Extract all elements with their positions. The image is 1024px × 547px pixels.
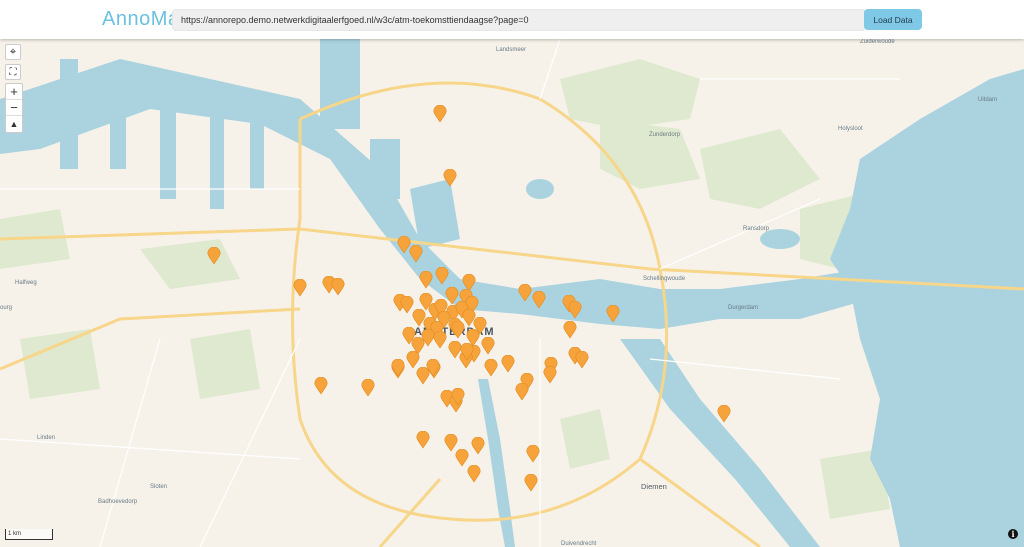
label-linden: Linden xyxy=(37,435,56,441)
url-input[interactable] xyxy=(172,9,866,31)
label-zuiderwoude: Zuiderwoude xyxy=(860,39,895,45)
map-marker[interactable] xyxy=(563,321,577,339)
map-marker[interactable] xyxy=(314,377,328,395)
load-data-button[interactable]: Load Data xyxy=(864,9,922,30)
map-marker[interactable] xyxy=(717,405,731,423)
map-marker[interactable] xyxy=(543,366,557,384)
map-basemap xyxy=(0,39,1024,547)
map-marker[interactable] xyxy=(207,247,221,265)
map-marker[interactable] xyxy=(293,279,307,297)
label-landsmeer: Landsmeer xyxy=(496,47,527,53)
map-marker[interactable] xyxy=(568,301,582,319)
map-marker[interactable] xyxy=(433,105,447,123)
map-marker[interactable] xyxy=(435,267,449,285)
label-sloten: Sloten xyxy=(150,484,168,490)
map-marker[interactable] xyxy=(433,331,447,349)
map-marker[interactable] xyxy=(361,379,375,397)
fullscreen-button[interactable]: ⛶ xyxy=(5,64,21,80)
map-marker[interactable] xyxy=(419,271,433,289)
crosshair-icon: ⌖ xyxy=(9,45,17,58)
compass-button[interactable]: ▲ xyxy=(6,116,22,132)
label-diemen: Diemen xyxy=(641,482,667,491)
fullscreen-icon: ⛶ xyxy=(9,66,17,78)
label-badhoevedorp: Badhoevedorp xyxy=(98,499,138,505)
map-marker[interactable] xyxy=(451,321,465,339)
map-marker[interactable] xyxy=(524,474,538,492)
map-marker[interactable] xyxy=(331,278,345,296)
map-marker[interactable] xyxy=(526,445,540,463)
label-ransdorp: Ransdorp xyxy=(743,226,770,232)
map-marker[interactable] xyxy=(391,359,405,377)
zoom-controls: + − ▲ xyxy=(5,83,23,133)
map-marker[interactable] xyxy=(606,305,620,323)
map-marker[interactable] xyxy=(518,284,532,302)
map-marker[interactable] xyxy=(426,359,440,377)
info-button[interactable]: i xyxy=(1008,529,1018,539)
label-zunderdorp: Zunderdorp xyxy=(649,132,681,138)
map-marker[interactable] xyxy=(473,317,487,335)
locate-button[interactable]: ⌖ xyxy=(5,44,21,60)
label-duivendrecht: Duivendrecht xyxy=(561,541,597,547)
map-marker[interactable] xyxy=(412,309,426,327)
label-uitdam: Uitdam xyxy=(978,97,998,103)
app-header: AnnoMap Load Data xyxy=(0,0,1024,39)
map-marker[interactable] xyxy=(409,245,423,263)
map-marker[interactable] xyxy=(532,291,546,309)
map-marker[interactable] xyxy=(471,437,485,455)
map-marker[interactable] xyxy=(484,359,498,377)
scale-bar: 1 km xyxy=(5,529,53,540)
map-marker[interactable] xyxy=(575,351,589,369)
map-marker[interactable] xyxy=(451,388,465,406)
map-marker[interactable] xyxy=(416,431,430,449)
map-marker[interactable] xyxy=(515,383,529,401)
map-marker[interactable] xyxy=(481,337,495,355)
map-marker[interactable] xyxy=(443,169,457,187)
map-marker[interactable] xyxy=(460,343,474,361)
zoom-out-button[interactable]: − xyxy=(6,100,22,116)
map-canvas[interactable]: AMSTERDAM Landsmeer Zuiderwoude Uitdam H… xyxy=(0,39,1024,547)
label-durgerdam: Durgerdam xyxy=(728,305,759,311)
zoom-in-button[interactable]: + xyxy=(6,84,22,100)
map-marker[interactable] xyxy=(501,355,515,373)
label-holysloot: Holysloot xyxy=(838,126,863,132)
compass-icon: ▲ xyxy=(9,119,19,129)
label-halfweg: Halfweg xyxy=(15,280,37,286)
map-marker[interactable] xyxy=(467,465,481,483)
label-bourg: ourg xyxy=(0,305,13,311)
label-schellingwoude: Schellingwoude xyxy=(643,276,686,282)
